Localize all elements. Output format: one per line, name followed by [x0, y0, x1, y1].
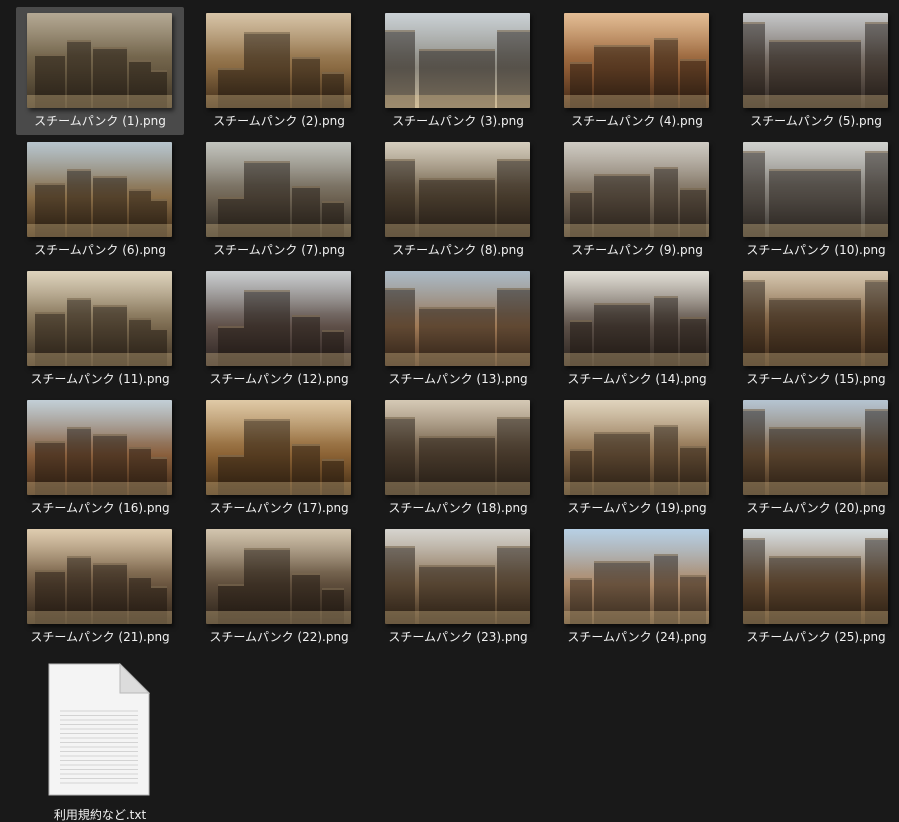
file-name-label: スチームパンク (23).png [388, 630, 528, 644]
file-explorer-grid: スチームパンク (1).png スチームパンク (2).png スチームパンク (3… [0, 0, 899, 822]
file-item[interactable]: スチームパンク (10).png [732, 136, 899, 264]
file-name-label: スチームパンク (3).png [392, 114, 524, 128]
file-item[interactable]: スチームパンク (16).png [16, 394, 184, 522]
file-name-label: スチームパンク (15).png [746, 372, 886, 386]
image-thumbnail [27, 529, 172, 624]
file-name-label: スチームパンク (21).png [30, 630, 170, 644]
file-item[interactable]: スチームパンク (6).png [16, 136, 184, 264]
image-thumbnail [206, 271, 351, 366]
file-item[interactable]: スチームパンク (21).png [16, 523, 184, 651]
file-name-label: スチームパンク (14).png [567, 372, 707, 386]
image-thumbnail [385, 142, 530, 237]
file-name-label: スチームパンク (1).png [34, 114, 166, 128]
file-item[interactable]: スチームパンク (23).png [374, 523, 542, 651]
image-thumbnail [27, 142, 172, 237]
image-thumbnail [206, 400, 351, 495]
file-item[interactable]: スチームパンク (9).png [553, 136, 721, 264]
file-name-label: スチームパンク (18).png [388, 501, 528, 515]
file-name-label: スチームパンク (24).png [567, 630, 707, 644]
file-name-label: スチームパンク (11).png [30, 372, 170, 386]
file-name-label: スチームパンク (4).png [571, 114, 703, 128]
image-thumbnail [743, 271, 888, 366]
file-item[interactable]: スチームパンク (15).png [732, 265, 899, 393]
file-name-label: スチームパンク (13).png [388, 372, 528, 386]
file-name-label: スチームパンク (16).png [30, 501, 170, 515]
image-thumbnail [743, 400, 888, 495]
image-thumbnail [564, 142, 709, 237]
file-name-label: スチームパンク (7).png [213, 243, 345, 257]
file-name-label: スチームパンク (22).png [209, 630, 349, 644]
file-item[interactable]: スチームパンク (17).png [195, 394, 363, 522]
file-item[interactable]: スチームパンク (3).png [374, 7, 542, 135]
text-file-item[interactable]: 利用規約など.txt [32, 655, 168, 822]
file-name-label: スチームパンク (25).png [746, 630, 886, 644]
file-item[interactable]: スチームパンク (18).png [374, 394, 542, 522]
image-thumbnail [743, 13, 888, 108]
image-thumbnail [206, 142, 351, 237]
image-thumbnail [385, 529, 530, 624]
file-name-label: スチームパンク (8).png [392, 243, 524, 257]
text-document-icon [48, 662, 151, 796]
image-thumbnail [564, 13, 709, 108]
file-item[interactable]: スチームパンク (4).png [553, 7, 721, 135]
file-name-label: スチームパンク (17).png [209, 501, 349, 515]
file-item[interactable]: スチームパンク (2).png [195, 7, 363, 135]
file-name-label: スチームパンク (19).png [567, 501, 707, 515]
image-thumbnail [385, 13, 530, 108]
file-item[interactable]: スチームパンク (13).png [374, 265, 542, 393]
image-thumbnail [564, 400, 709, 495]
file-item[interactable]: スチームパンク (11).png [16, 265, 184, 393]
file-item[interactable]: スチームパンク (12).png [195, 265, 363, 393]
file-name-label: スチームパンク (6).png [34, 243, 166, 257]
file-item[interactable]: スチームパンク (7).png [195, 136, 363, 264]
file-name-label: スチームパンク (12).png [209, 372, 349, 386]
image-thumbnail [27, 400, 172, 495]
image-thumbnail [564, 271, 709, 366]
file-name-label: スチームパンク (9).png [571, 243, 703, 257]
file-item[interactable]: スチームパンク (19).png [553, 394, 721, 522]
file-name-label: 利用規約など.txt [53, 808, 147, 822]
image-thumbnail [27, 13, 172, 108]
image-thumbnail [743, 142, 888, 237]
image-thumbnail [564, 529, 709, 624]
image-thumbnail [743, 529, 888, 624]
file-name-label: スチームパンク (2).png [213, 114, 345, 128]
image-thumbnail [27, 271, 172, 366]
file-item[interactable]: スチームパンク (20).png [732, 394, 899, 522]
file-item[interactable]: スチームパンク (24).png [553, 523, 721, 651]
file-item[interactable]: スチームパンク (14).png [553, 265, 721, 393]
image-thumbnail [385, 271, 530, 366]
image-thumbnail [206, 529, 351, 624]
image-thumbnail [385, 400, 530, 495]
file-item[interactable]: スチームパンク (22).png [195, 523, 363, 651]
file-item[interactable]: スチームパンク (5).png [732, 7, 899, 135]
file-item[interactable]: スチームパンク (8).png [374, 136, 542, 264]
file-name-label: スチームパンク (10).png [746, 243, 886, 257]
image-thumbnail [206, 13, 351, 108]
file-item[interactable]: スチームパンク (25).png [732, 523, 899, 651]
file-item[interactable]: スチームパンク (1).png [16, 7, 184, 135]
file-name-label: スチームパンク (20).png [746, 501, 886, 515]
file-name-label: スチームパンク (5).png [750, 114, 882, 128]
